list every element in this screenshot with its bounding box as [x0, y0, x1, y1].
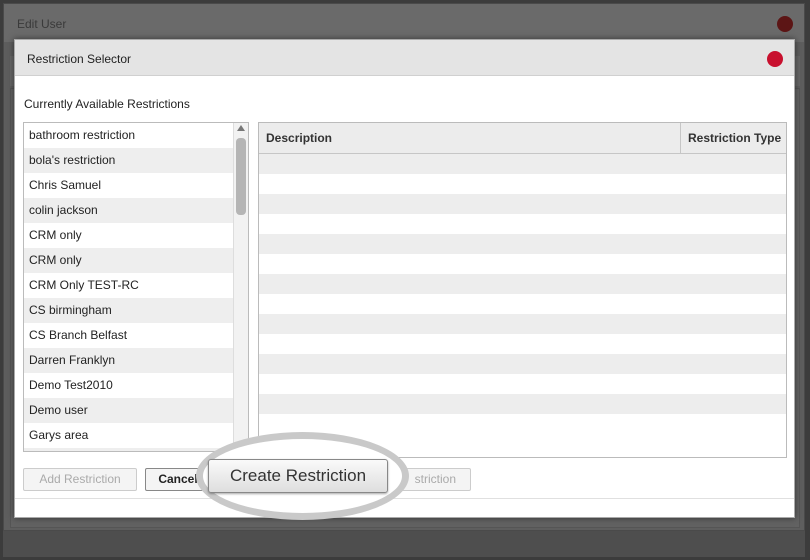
table-row[interactable]: [259, 274, 786, 294]
column-header-restriction-type[interactable]: Restriction Type: [681, 123, 786, 153]
table-row[interactable]: [259, 334, 786, 354]
list-item[interactable]: Garys area: [24, 423, 234, 448]
footer-divider: [15, 498, 794, 499]
table-row[interactable]: [259, 154, 786, 174]
table-row[interactable]: [259, 174, 786, 194]
restriction-selector-dialog: Restriction Selector Currently Available…: [14, 39, 795, 520]
table-row[interactable]: [259, 414, 786, 434]
edit-user-footer: [3, 531, 805, 557]
scroll-up-arrow-icon[interactable]: [237, 125, 245, 131]
table-row[interactable]: [259, 374, 786, 394]
restriction-details-table: Description Restriction Type: [258, 122, 787, 458]
table-row[interactable]: [259, 234, 786, 254]
table-row[interactable]: [259, 214, 786, 234]
list-item[interactable]: bola's restriction: [24, 148, 234, 173]
dialog-title: Restriction Selector: [27, 52, 132, 66]
list-scrollbar[interactable]: [233, 123, 248, 451]
edit-user-title: Edit User: [17, 17, 67, 31]
list-item[interactable]: Gays: [24, 448, 234, 451]
list-item[interactable]: CRM only: [24, 248, 234, 273]
column-header-description[interactable]: Description: [259, 123, 681, 153]
list-item[interactable]: CS birmingham: [24, 298, 234, 323]
table-row[interactable]: [259, 394, 786, 414]
edit-user-close-icon[interactable]: [777, 16, 793, 32]
restrictions-list-items: bathroom restriction bola's restriction Ch…: [24, 123, 234, 451]
list-item[interactable]: Demo Test2010: [24, 373, 234, 398]
table-header: Description Restriction Type: [259, 123, 786, 154]
table-row[interactable]: [259, 314, 786, 334]
list-item[interactable]: CRM Only TEST-RC: [24, 273, 234, 298]
close-icon[interactable]: [767, 51, 783, 67]
list-item[interactable]: bathroom restriction: [24, 123, 234, 148]
dialog-titlebar: Restriction Selector: [15, 40, 794, 76]
available-restrictions-label: Currently Available Restrictions: [24, 97, 190, 111]
list-item[interactable]: Chris Samuel: [24, 173, 234, 198]
scroll-thumb[interactable]: [236, 138, 246, 215]
add-restriction-button[interactable]: Add Restriction: [23, 468, 137, 491]
table-row[interactable]: [259, 354, 786, 374]
list-item[interactable]: CRM only: [24, 223, 234, 248]
table-body: [259, 154, 786, 434]
table-row[interactable]: [259, 254, 786, 274]
restrictions-list[interactable]: bathroom restriction bola's restriction Ch…: [23, 122, 249, 452]
list-item[interactable]: colin jackson: [24, 198, 234, 223]
edit-user-titlebar: Edit User: [4, 4, 804, 42]
table-row[interactable]: [259, 194, 786, 214]
create-restriction-button[interactable]: Create Restriction: [208, 459, 388, 493]
list-item[interactable]: Darren Franklyn: [24, 348, 234, 373]
list-item[interactable]: Demo user: [24, 398, 234, 423]
list-item[interactable]: CS Branch Belfast: [24, 323, 234, 348]
table-row[interactable]: [259, 294, 786, 314]
